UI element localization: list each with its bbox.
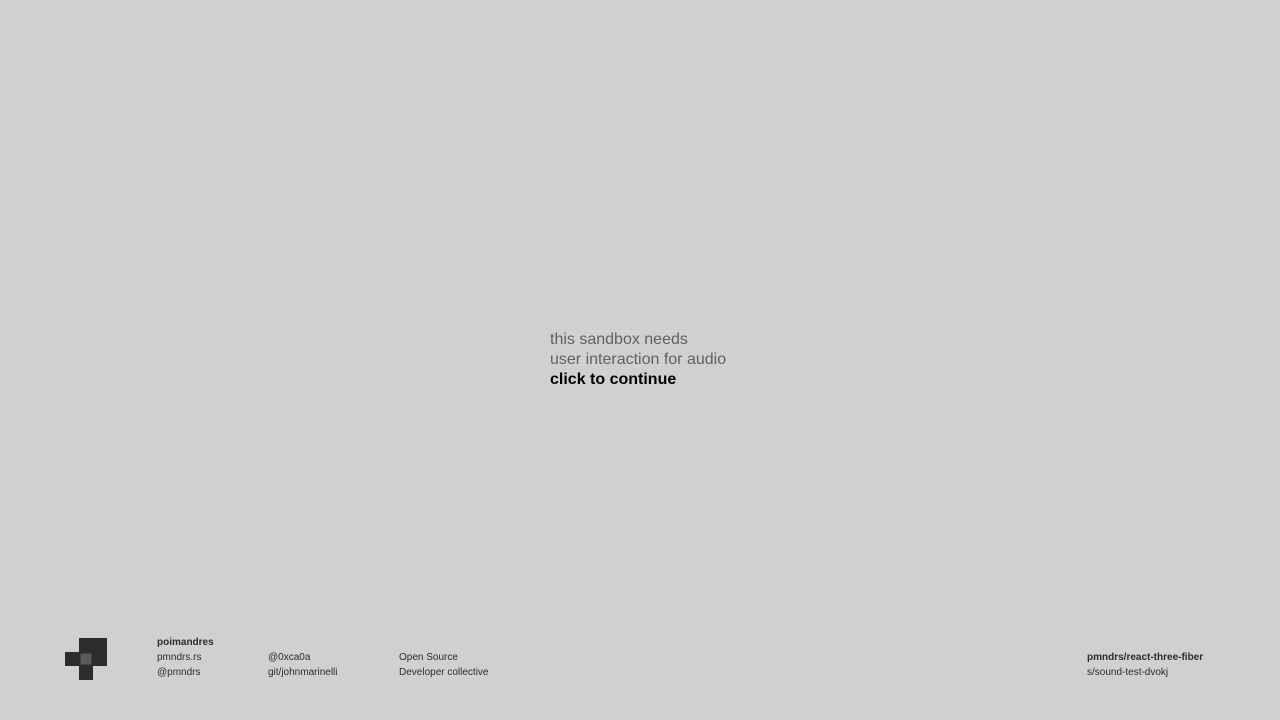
canvas-stage[interactable]: this sandbox needs user interaction for …	[0, 0, 1280, 720]
brand-site-link[interactable]: pmndrs.rs	[157, 650, 214, 665]
project-repo-link[interactable]: pmndrs/react-three-fiber	[1087, 650, 1203, 665]
footer-brand: poimandres pmndrs.rs @pmndrs	[157, 635, 214, 680]
footer-project: pmndrs/react-three-fiber s/sound-test-dv…	[1087, 650, 1203, 680]
brand-handle-link[interactable]: @pmndrs	[157, 665, 214, 680]
author-handle-link[interactable]: @0xca0a	[268, 650, 337, 665]
project-sandbox-link[interactable]: s/sound-test-dvokj	[1087, 665, 1203, 680]
prompt-line-1: this sandbox needs	[550, 331, 688, 348]
footer-author: @0xca0a git/johnmarinelli	[268, 650, 337, 680]
author-git-link[interactable]: git/johnmarinelli	[268, 665, 337, 680]
audio-permission-prompt[interactable]: this sandbox needs user interaction for …	[550, 330, 726, 390]
brand-name: poimandres	[157, 637, 214, 648]
footer-about: Open Source Developer collective	[399, 650, 489, 680]
click-to-continue-button[interactable]: click to continue	[550, 370, 726, 390]
about-line-1: Open Source	[399, 652, 458, 663]
prompt-line-2: user interaction for audio	[550, 351, 727, 368]
pmndrs-logo-icon[interactable]	[65, 638, 107, 680]
about-line-2: Developer collective	[399, 667, 489, 678]
